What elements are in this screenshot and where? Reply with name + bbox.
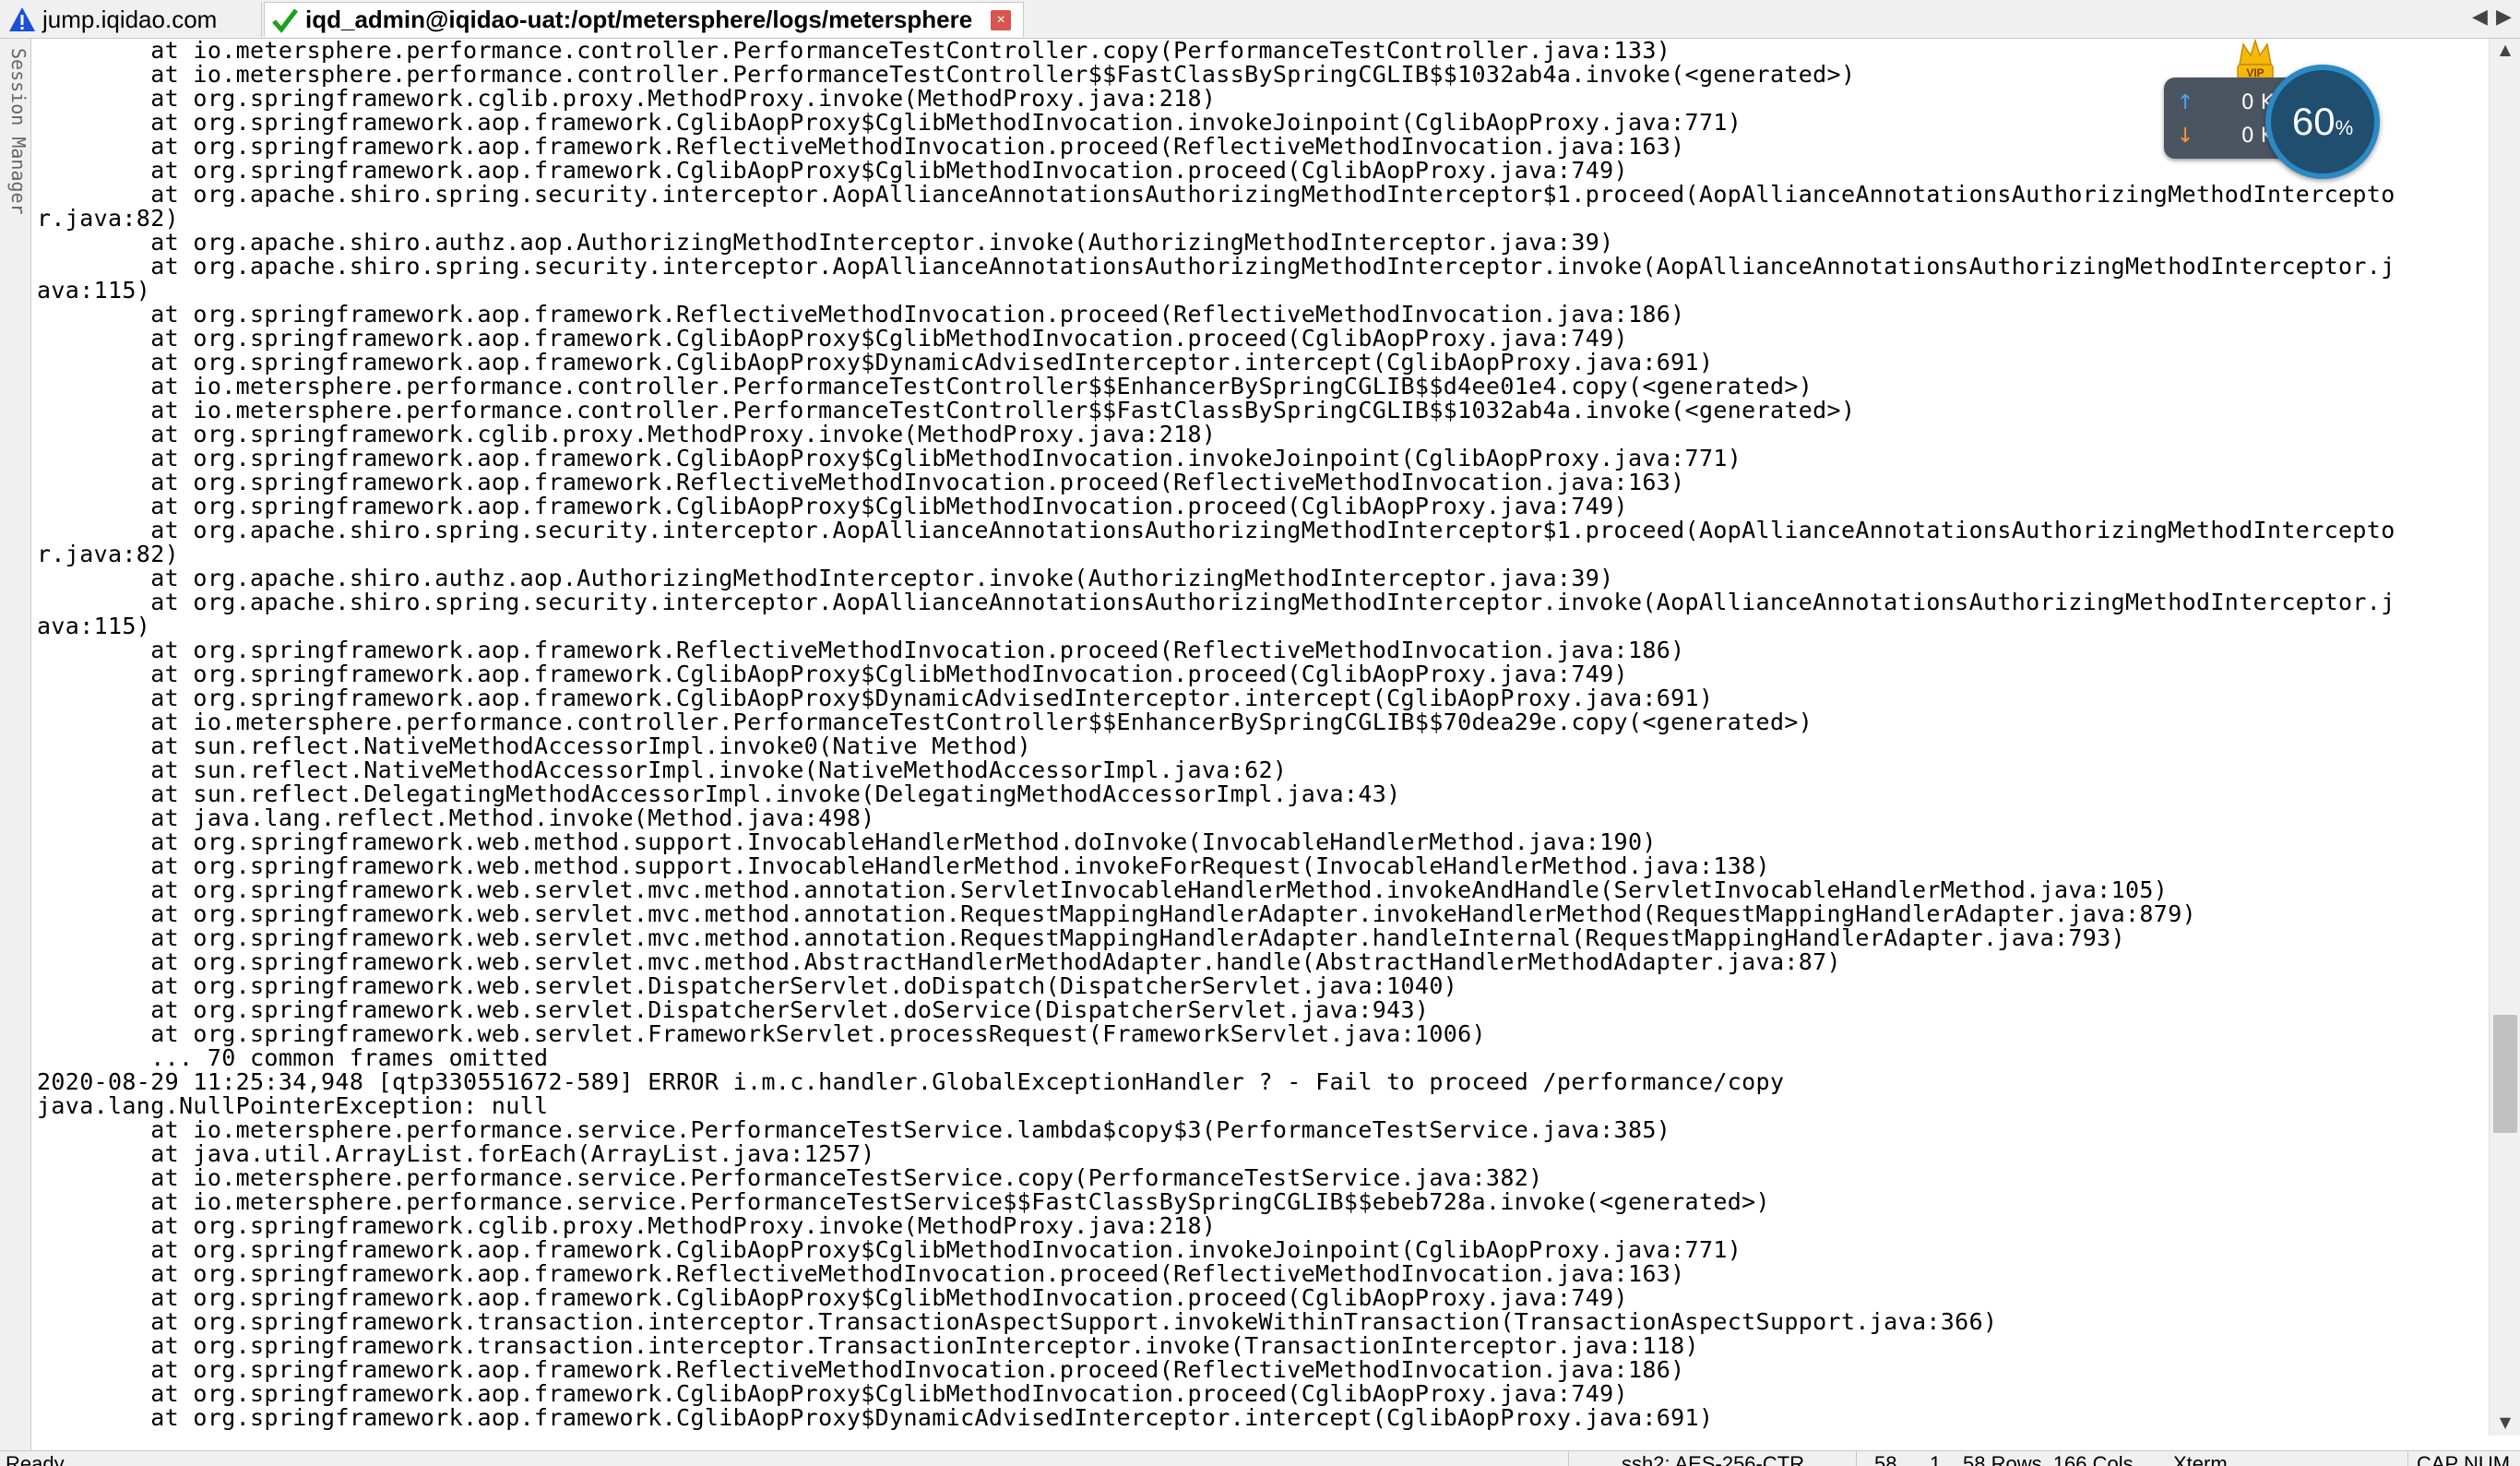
terminal-line: at org.springframework.web.servlet.Dispa… <box>37 996 1430 1023</box>
status-keys: CAP NUM <box>2417 1452 2511 1466</box>
tab-active-session[interactable]: iqd_admin@iqidao-uat:/opt/metersphere/lo… <box>264 2 1024 37</box>
terminal-line: at org.springframework.aop.framework.Cgl… <box>37 109 1742 136</box>
session-manager-panel[interactable]: Session Manager <box>0 39 31 1450</box>
terminal-line: at org.springframework.aop.framework.Ref… <box>37 1356 1685 1383</box>
scrollbar-thumb[interactable] <box>2493 1015 2517 1133</box>
terminal-line: at org.springframework.aop.framework.Ref… <box>37 301 1685 328</box>
terminal-line: java.lang.NullPointerException: null <box>37 1092 549 1119</box>
terminal-line: at io.metersphere.performance.controller… <box>37 373 1813 399</box>
terminal-line: at org.springframework.aop.framework.Cgl… <box>37 1404 1714 1431</box>
terminal-line: at io.metersphere.performance.controller… <box>37 397 1856 423</box>
download-arrow-icon: ↓ <box>2177 124 2194 148</box>
status-ready: Ready <box>6 1452 65 1466</box>
terminal-line: at org.springframework.aop.framework.Ref… <box>37 637 1685 663</box>
terminal-line: at org.apache.shiro.spring.security.inte… <box>37 589 2395 615</box>
terminal-line: at org.springframework.web.method.suppor… <box>37 852 1770 879</box>
terminal-line: at org.springframework.aop.framework.Ref… <box>37 133 1685 160</box>
terminal-line: at org.apache.shiro.spring.security.inte… <box>37 517 2395 543</box>
terminal-line: at org.springframework.aop.framework.Cgl… <box>37 1284 1628 1311</box>
tab-scroll-right-icon[interactable]: ▶ <box>2496 6 2512 29</box>
session-manager-label: Session Manager <box>7 48 30 215</box>
crown-icon: VIP <box>2237 38 2274 80</box>
terminal-line: at org.springframework.transaction.inter… <box>37 1332 1699 1359</box>
terminal-line: 2020-08-29 11:25:34,948 [qtp330551672-58… <box>37 1068 1785 1095</box>
terminal-scrollbar[interactable]: ▲ ▼ <box>2489 39 2520 1436</box>
terminal-line: at org.springframework.aop.framework.Cgl… <box>37 685 1714 711</box>
terminal-line: at org.springframework.aop.framework.Cgl… <box>37 445 1742 471</box>
terminal-line: ... 70 common frames omitted <box>37 1044 549 1071</box>
terminal-line: at org.springframework.web.servlet.mvc.m… <box>37 948 1841 975</box>
status-bar: Ready ssh2: AES-256-CTR 58, 1 58 Rows, 1… <box>0 1450 2520 1466</box>
terminal-line: at org.springframework.web.servlet.mvc.m… <box>37 876 2169 903</box>
terminal-output[interactable]: at io.metersphere.performance.controller… <box>37 39 2486 1436</box>
terminal-line: at org.springframework.web.servlet.mvc.m… <box>37 924 2125 951</box>
terminal-line: at io.metersphere.performance.service.Pe… <box>37 1164 1543 1191</box>
terminal-line: at org.springframework.aop.framework.Ref… <box>37 1260 1685 1287</box>
terminal-line: at sun.reflect.DelegatingMethodAccessorI… <box>37 781 1401 807</box>
terminal-line: at java.lang.reflect.Method.invoke(Metho… <box>37 805 875 831</box>
terminal-line: r.java:82) <box>37 205 180 232</box>
usage-gauge[interactable]: 60% <box>2265 65 2380 179</box>
terminal-line: at sun.reflect.NativeMethodAccessorImpl.… <box>37 757 1288 783</box>
session-tab-bar: jump.iqidao.com iqd_admin@iqidao-uat:/op… <box>0 0 2520 39</box>
terminal-line: at io.metersphere.performance.service.Pe… <box>37 1188 1770 1215</box>
terminal-line: at org.springframework.web.servlet.Dispa… <box>37 972 1458 999</box>
terminal-line: ava:115) <box>37 277 151 304</box>
tab-label: iqd_admin@iqidao-uat:/opt/metersphere/lo… <box>305 6 973 33</box>
terminal-line: at org.springframework.aop.framework.Cgl… <box>37 1236 1742 1263</box>
terminal-line: at io.metersphere.performance.controller… <box>37 39 1671 64</box>
terminal-line: at org.springframework.aop.framework.Cgl… <box>37 157 1628 184</box>
terminal-line: at org.springframework.aop.framework.Cgl… <box>37 349 1714 375</box>
terminal-line: at org.apache.shiro.authz.aop.Authorizin… <box>37 565 1614 591</box>
terminal-line: at org.springframework.aop.framework.Cgl… <box>37 493 1628 519</box>
status-row: 58, <box>1874 1452 1903 1466</box>
terminal-line: ava:115) <box>37 613 151 639</box>
terminal-line: at org.apache.shiro.spring.security.inte… <box>37 181 2395 208</box>
terminal-line: at sun.reflect.NativeMethodAccessorImpl.… <box>37 733 1032 759</box>
status-size: 58 Rows, 166 Cols <box>1963 1452 2134 1466</box>
terminal-line: r.java:82) <box>37 541 180 567</box>
terminal-line: at org.springframework.aop.framework.Cgl… <box>37 661 1628 687</box>
terminal-line: at io.metersphere.performance.controller… <box>37 61 1856 88</box>
tab-scroll-left-icon[interactable]: ◀ <box>2472 6 2488 29</box>
status-connection: ssh2: AES-256-CTR <box>1622 1452 1805 1466</box>
terminal-line: at org.springframework.aop.framework.Cgl… <box>37 325 1628 352</box>
usage-percent: 60% <box>2291 100 2354 143</box>
status-term: Xterm <box>2173 1452 2228 1466</box>
status-col: 1 <box>1930 1452 1942 1466</box>
tab-label: jump.iqidao.com <box>42 5 218 33</box>
terminal-line: at org.springframework.cglib.proxy.Metho… <box>37 1212 1217 1239</box>
scroll-up-icon[interactable]: ▲ <box>2490 41 2520 58</box>
terminal-line: at org.springframework.aop.framework.Cgl… <box>37 1380 1628 1407</box>
tab-jump-server[interactable]: jump.iqidao.com <box>2 2 262 37</box>
terminal-line: at java.util.ArrayList.forEach(ArrayList… <box>37 1140 875 1167</box>
terminal-line: at org.springframework.aop.framework.Ref… <box>37 469 1685 495</box>
terminal-line: at org.springframework.cglib.proxy.Metho… <box>37 85 1217 112</box>
terminal-line: at org.apache.shiro.spring.security.inte… <box>37 253 2395 280</box>
terminal-line: at org.apache.shiro.authz.aop.Authorizin… <box>37 229 1614 256</box>
terminal-line: at org.springframework.web.method.suppor… <box>37 828 1657 855</box>
warning-icon <box>9 7 35 31</box>
checkmark-icon <box>272 7 298 33</box>
terminal-line: at org.springframework.transaction.inter… <box>37 1308 1998 1335</box>
upload-arrow-icon: ↑ <box>2177 90 2194 114</box>
terminal-line: at org.springframework.web.servlet.mvc.m… <box>37 900 2196 927</box>
network-speed-widget[interactable]: VIP ↑ 0 K/s ↓ 0 K/s 60% <box>2164 37 2389 179</box>
terminal-line: at org.springframework.web.servlet.Frame… <box>37 1020 1486 1047</box>
scroll-down-icon[interactable]: ▼ <box>2490 1413 2520 1431</box>
tab-close-icon[interactable]: × <box>991 9 1012 30</box>
terminal-line: at org.springframework.cglib.proxy.Metho… <box>37 421 1217 447</box>
terminal-line: at io.metersphere.performance.service.Pe… <box>37 1116 1671 1143</box>
terminal-line: at io.metersphere.performance.controller… <box>37 709 1813 735</box>
